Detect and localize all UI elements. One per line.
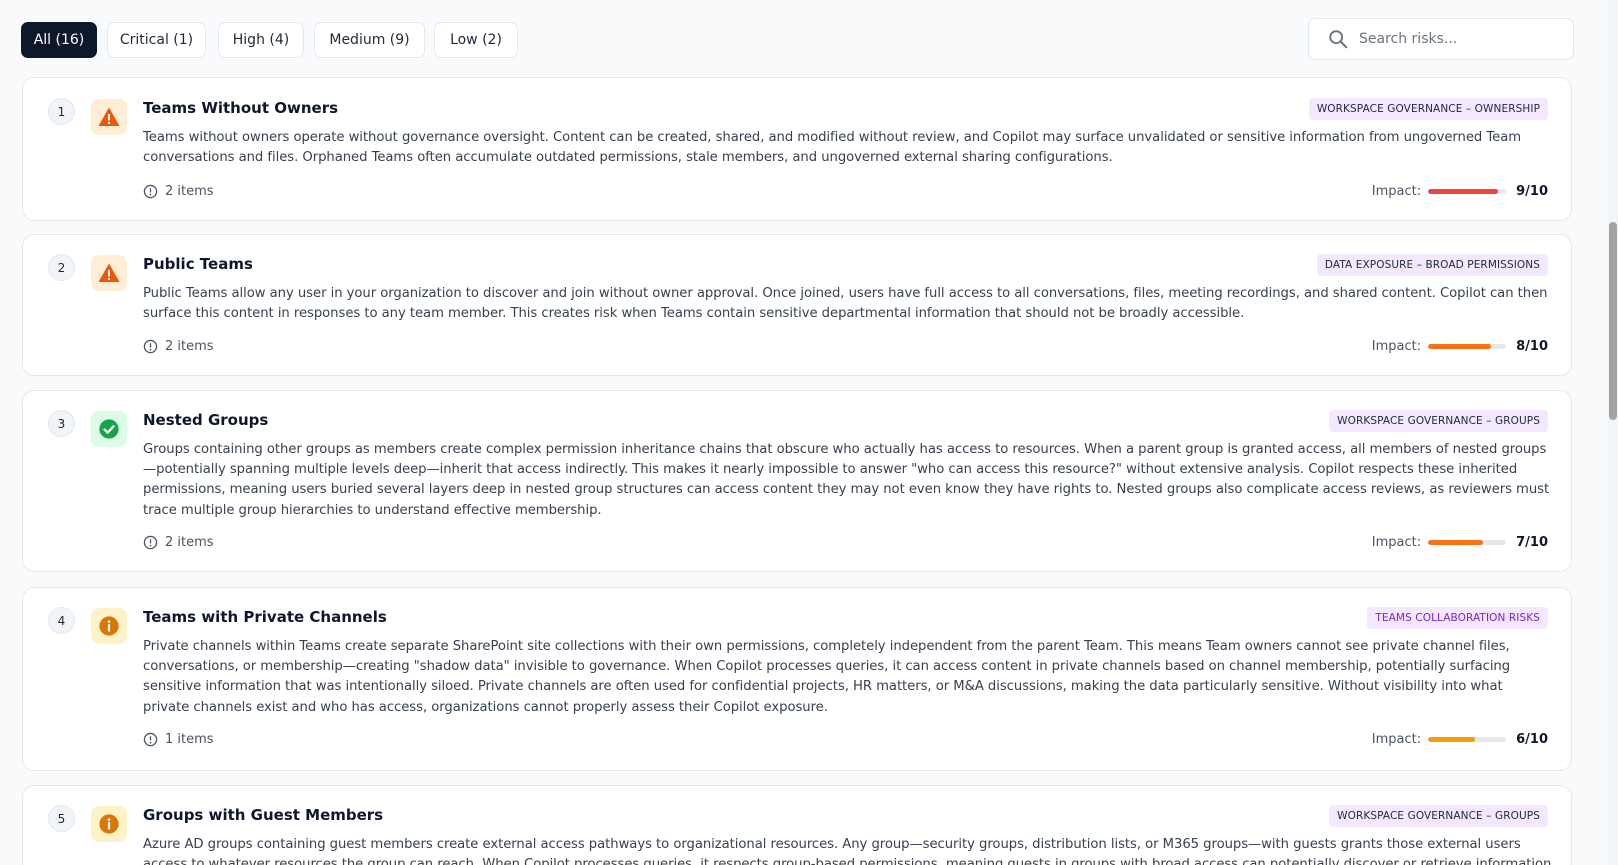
impact-bar-fill (1428, 539, 1483, 545)
check-circle-icon (91, 411, 127, 447)
risk-number: 5 (48, 805, 75, 832)
risk-number: 1 (48, 98, 75, 125)
risk-number: 4 (48, 607, 75, 634)
filter-medium-button[interactable]: Medium (9) (314, 22, 425, 58)
impact-meter: Impact: 9/10 (1372, 182, 1548, 200)
search-box (1308, 18, 1574, 60)
risk-title: Groups with Guest Members (143, 806, 384, 824)
risk-number: 2 (48, 254, 75, 281)
risk-title: Public Teams (143, 255, 253, 273)
risk-description: Groups containing other groups as member… (143, 442, 1550, 518)
items-count: 1 items (165, 731, 214, 747)
risk-number: 3 (48, 410, 75, 437)
impact-label: Impact: (1371, 183, 1422, 199)
impact-meter: Impact: 7/10 (1372, 533, 1548, 551)
items-count: 2 items (165, 338, 214, 354)
category-tag: WORKSPACE GOVERNANCE – GROUPS (1329, 805, 1548, 827)
impact-bar (1428, 188, 1507, 194)
risk-card[interactable]: 2 Public Teams DATA EXPOSURE – BROAD PER… (22, 234, 1572, 376)
impact-bar (1428, 539, 1507, 545)
category-tag: TEAMS COLLABORATION RISKS (1367, 607, 1548, 629)
impact-bar-fill (1428, 188, 1499, 194)
alert-circle-icon (143, 535, 158, 549)
alert-circle-icon (143, 339, 158, 353)
warning-icon (91, 99, 127, 135)
search-icon (1327, 28, 1349, 50)
warning-icon (91, 255, 127, 291)
risk-title: Teams with Private Channels (143, 608, 387, 626)
category-tag: DATA EXPOSURE – BROAD PERMISSIONS (1316, 254, 1548, 276)
impact-score: 7/10 (1516, 534, 1548, 550)
impact-score: 8/10 (1516, 338, 1548, 354)
filter-low-button[interactable]: Low (2) (434, 22, 518, 58)
impact-score: 6/10 (1516, 731, 1548, 747)
impact-label: Impact: (1371, 338, 1422, 354)
affected-items[interactable]: 2 items (143, 337, 214, 355)
risk-card[interactable]: 1 Teams Without Owners WORKSPACE GOVERNA… (22, 77, 1572, 221)
affected-items[interactable]: 1 items (143, 730, 214, 748)
impact-score: 9/10 (1516, 183, 1548, 199)
filter-all-button[interactable]: All (16) (21, 22, 97, 58)
alert-circle-icon (143, 732, 158, 746)
info-circle-icon (91, 608, 127, 644)
impact-label: Impact: (1371, 534, 1422, 550)
impact-label: Impact: (1371, 731, 1422, 747)
risk-description: Teams without owners operate without gov… (143, 130, 1522, 166)
impact-meter: Impact: 6/10 (1372, 730, 1548, 748)
category-tag: WORKSPACE GOVERNANCE – OWNERSHIP (1308, 98, 1548, 120)
impact-meter: Impact: 8/10 (1372, 337, 1548, 355)
items-count: 2 items (165, 534, 214, 550)
items-count: 2 items (165, 183, 214, 199)
category-tag: WORKSPACE GOVERNANCE – GROUPS (1329, 410, 1548, 432)
affected-items[interactable]: 2 items (143, 182, 214, 200)
scrollbar-track[interactable] (1608, 0, 1618, 865)
info-circle-icon (91, 806, 127, 842)
scrollbar-thumb[interactable] (1609, 222, 1617, 420)
impact-bar-fill (1428, 343, 1491, 349)
search-input[interactable] (1359, 31, 1561, 47)
risk-title: Nested Groups (143, 411, 269, 429)
alert-circle-icon (143, 184, 158, 198)
risk-description: Public Teams allow any user in your orga… (143, 286, 1548, 322)
impact-bar (1428, 736, 1507, 742)
affected-items[interactable]: 2 items (143, 533, 214, 551)
risk-card[interactable]: 3 Nested Groups WORKSPACE GOVERNANCE – G… (22, 390, 1572, 572)
risk-description: Azure AD groups containing guest members… (143, 837, 1552, 865)
risk-title: Teams Without Owners (143, 99, 339, 117)
risk-card[interactable]: 4 Teams with Private Channels TEAMS COLL… (22, 587, 1572, 771)
filter-high-button[interactable]: High (4) (218, 22, 304, 58)
impact-bar (1428, 343, 1507, 349)
impact-bar-fill (1428, 736, 1475, 742)
risk-card[interactable]: 5 Groups with Guest Members WORKSPACE GO… (22, 785, 1572, 865)
filter-critical-button[interactable]: Critical (1) (107, 22, 206, 58)
risk-filter-toolbar: All (16) Critical (1) High (4) Medium (9… (21, 18, 1574, 60)
risk-description: Private channels within Teams create sep… (143, 639, 1511, 715)
